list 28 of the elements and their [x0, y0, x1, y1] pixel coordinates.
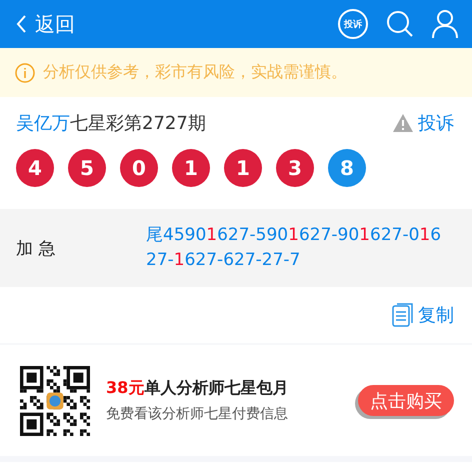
number-ball: 0: [120, 149, 158, 187]
analyst-link[interactable]: 吴亿万: [16, 111, 70, 135]
promo-title: 38元单人分析师七星包月: [106, 378, 288, 399]
search-button[interactable]: [386, 10, 414, 38]
qr-code-drawing: [20, 366, 90, 436]
number-ball: 1: [224, 149, 262, 187]
buy-button[interactable]: 点击购买: [358, 385, 454, 416]
report-link[interactable]: 投诉: [392, 111, 454, 135]
number-ball: 5: [68, 149, 106, 187]
number-ball: 1: [172, 149, 210, 187]
prediction-label: 加 急: [16, 238, 56, 260]
number-ball: 3: [276, 149, 314, 187]
info-icon: [15, 62, 35, 82]
document-icon: [392, 303, 414, 327]
prediction-text: 尾45901627-5901627-901627-01627-1627-627-27-7: [146, 224, 442, 272]
number-ball: 8: [328, 149, 366, 187]
back-icon: [16, 15, 27, 33]
user-icon: [432, 10, 458, 38]
search-icon: [386, 10, 414, 38]
profile-button[interactable]: [432, 10, 458, 38]
notice-text: 分析仅供参考，彩市有风险，实战需谨慎。: [43, 62, 347, 83]
back-link[interactable]: 返回: [16, 10, 75, 38]
warning-icon: [392, 113, 414, 133]
complain-button[interactable]: 投诉: [338, 9, 368, 39]
copy-link[interactable]: 复制: [392, 303, 454, 327]
issue-title: 七星彩第2727期: [70, 112, 206, 135]
number-ball: 4: [16, 149, 54, 187]
promo-subtitle: 免费看该分析师七星付费信息: [106, 405, 288, 423]
